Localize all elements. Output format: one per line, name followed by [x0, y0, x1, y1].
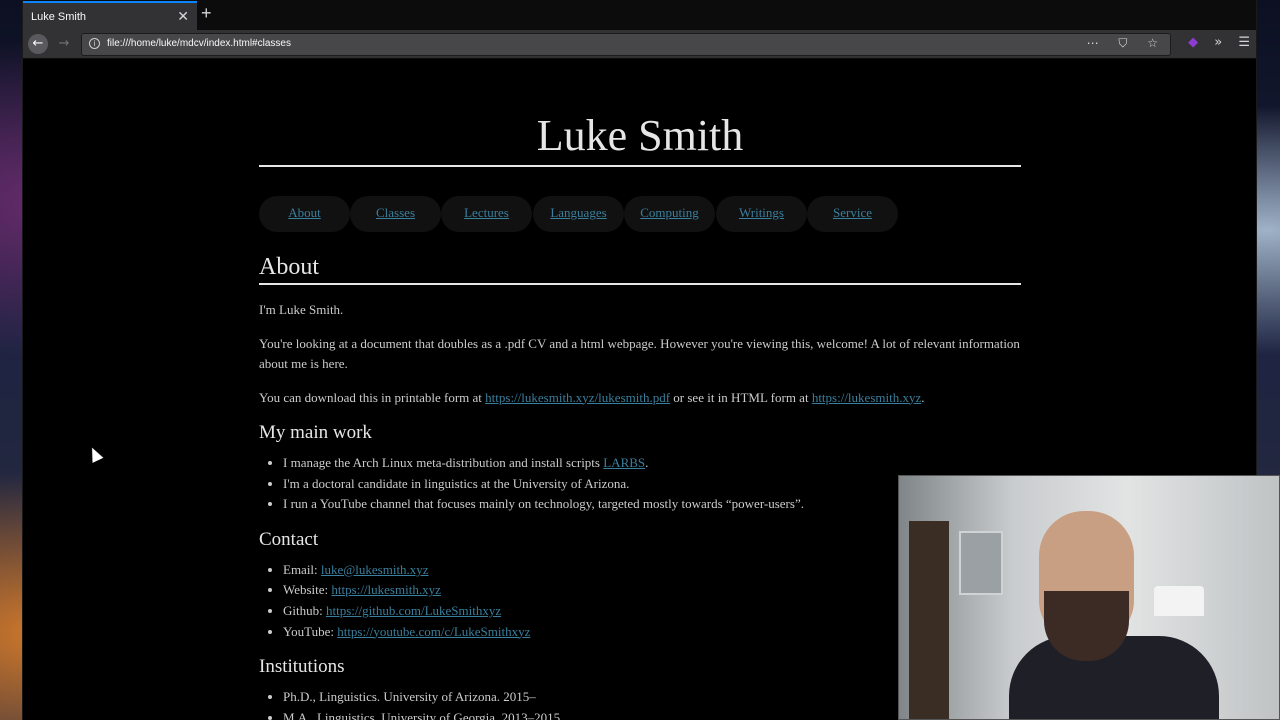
tab-bar: Luke Smith ✕ + — [23, 0, 1256, 31]
close-tab-icon[interactable]: ✕ — [177, 8, 189, 25]
main-work-heading: My main work — [259, 422, 372, 443]
pdf-link[interactable]: https://lukesmith.xyz/lukesmith.pdf — [485, 390, 670, 405]
website-label: Website: — [283, 582, 332, 598]
url-bar[interactable]: i file:///home/luke/mdcv/index.html#clas… — [81, 33, 1171, 56]
page-title: Luke Smith — [259, 111, 1021, 167]
download-text-suffix: . — [921, 389, 925, 405]
tab-active[interactable]: Luke Smith ✕ — [23, 1, 197, 30]
webcam-background-door — [909, 521, 949, 719]
nav-computing[interactable]: Computing — [624, 196, 715, 232]
nav-writings[interactable]: Writings — [716, 196, 807, 232]
larbs-link[interactable]: LARBS — [603, 455, 645, 470]
download-text-prefix: You can download this in printable form … — [259, 389, 486, 405]
page-actions-icons[interactable]: ⋯ ⛉ ☆ — [1087, 36, 1166, 51]
github-label: Github: — [283, 602, 326, 618]
nav-classes[interactable]: Classes — [350, 196, 441, 232]
nav-lectures[interactable]: Lectures — [441, 196, 532, 232]
website-link[interactable]: https://lukesmith.xyz — [331, 582, 440, 597]
section-nav: About Classes Lectures Languages Computi… — [259, 196, 1021, 232]
menu-icon[interactable]: ☰ — [1238, 35, 1250, 50]
youtube-link[interactable]: https://youtube.com/c/LukeSmithxyz — [337, 624, 530, 639]
email-link[interactable]: luke@lukesmith.xyz — [321, 562, 429, 577]
url-text[interactable]: file:///home/luke/mdcv/index.html#classe… — [107, 38, 291, 49]
info-icon[interactable]: i — [89, 38, 100, 49]
navigation-toolbar: ← → i file:///home/luke/mdcv/index.html#… — [23, 30, 1256, 59]
youtube-label: YouTube: — [283, 623, 338, 639]
download-text-mid: or see it in HTML form at — [670, 389, 812, 405]
webcam-background-window — [959, 531, 1003, 595]
webcam-overlay — [898, 475, 1280, 720]
about-heading: About — [259, 252, 1021, 285]
list-item: I manage the Arch Linux meta-distributio… — [283, 453, 1021, 474]
list-item-text: I manage the Arch Linux meta-distributio… — [283, 455, 604, 470]
email-label: Email: — [283, 561, 321, 577]
github-link[interactable]: https://github.com/LukeSmithxyz — [326, 603, 501, 618]
about-description: You're looking at a document that double… — [259, 335, 1020, 372]
nav-languages[interactable]: Languages — [533, 196, 624, 232]
nav-service[interactable]: Service — [807, 196, 898, 232]
toolbar-right: ◆ » ☰ — [1176, 35, 1250, 50]
about-download: You can download this in printable form … — [259, 388, 1021, 409]
webcam-background-lamp — [1154, 586, 1204, 616]
forward-button[interactable]: → — [54, 34, 74, 54]
html-link[interactable]: https://lukesmith.xyz — [812, 390, 921, 405]
new-tab-button[interactable]: + — [201, 3, 212, 24]
overflow-icon[interactable]: » — [1214, 35, 1222, 50]
extension-icon[interactable]: ◆ — [1188, 35, 1198, 50]
list-item-suffix: . — [645, 455, 649, 470]
back-button[interactable]: ← — [28, 34, 48, 54]
nav-about[interactable]: About — [259, 196, 350, 232]
tab-title: Luke Smith — [31, 11, 87, 23]
about-intro: I'm Luke Smith. — [259, 302, 344, 317]
